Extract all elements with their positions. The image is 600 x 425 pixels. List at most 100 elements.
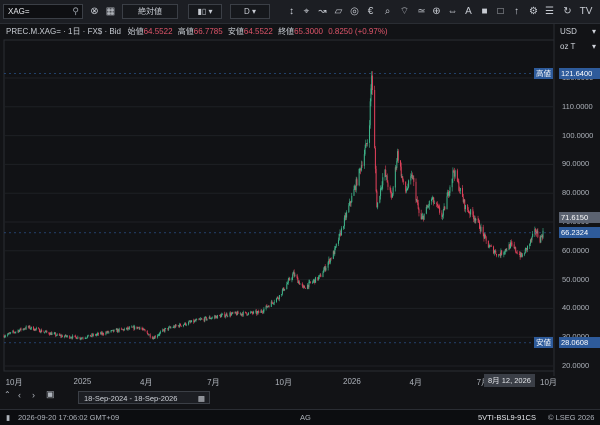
candle-body (382, 177, 384, 186)
candle-body (189, 321, 191, 323)
candle-body (14, 332, 16, 333)
candle-body (506, 250, 508, 251)
candle-body (391, 194, 393, 198)
candle-body (96, 334, 98, 335)
candle-body (273, 303, 274, 304)
x-tick-label: 10月 (540, 378, 557, 387)
candle-body (472, 209, 474, 215)
candle-body (309, 281, 311, 283)
candle-body (510, 242, 512, 244)
candle-body (325, 267, 327, 271)
candle-body (286, 284, 288, 290)
candle-body (428, 206, 430, 207)
candle-body (51, 333, 53, 335)
candle-body (149, 334, 151, 338)
y-tick-label: 80.0000 (562, 188, 590, 198)
status-user-id: 5VTI-BSL9-91CS (478, 413, 536, 422)
candle-body (389, 186, 391, 191)
candle-body (15, 331, 17, 333)
status-copyright: © LSEG 2026 (548, 413, 595, 422)
candle-body (511, 243, 513, 245)
cursor-date-label: 8月 12, 2026 (484, 374, 535, 387)
candle-body (387, 182, 389, 187)
candle-body (448, 192, 450, 196)
date-range-input[interactable]: 18-Sep-2024 - 18-Sep-2026 ▦ (78, 391, 210, 404)
candle-body (180, 325, 182, 327)
candle-body (86, 337, 88, 339)
candle-body (386, 175, 388, 183)
candle-body (320, 274, 322, 277)
candle-body (10, 332, 12, 334)
candle-body (4, 335, 6, 337)
candle-body (247, 314, 249, 316)
candle-body (20, 328, 22, 331)
high-tag-label: 高値 (534, 67, 553, 79)
candle-body (246, 313, 248, 315)
candle-body (356, 179, 358, 186)
candle-body (406, 189, 408, 191)
candle-body (467, 210, 469, 213)
candle-body (374, 89, 376, 149)
x-tick-label: 2025 (73, 377, 92, 386)
candle-body (488, 247, 490, 248)
collapse-icon[interactable]: ⌃ (4, 390, 15, 401)
candle-body (160, 331, 162, 333)
candle-body (56, 334, 58, 336)
candle-body (501, 250, 503, 255)
candle-body (139, 327, 141, 329)
status-timestamp: 2026-09-20 17:06:02 GMT+09 (18, 413, 120, 422)
candle-body (532, 233, 534, 237)
candle-body (210, 318, 212, 319)
candle-body (323, 269, 325, 273)
candle-body (504, 251, 506, 253)
candle-body (157, 335, 159, 338)
candle-body (380, 188, 382, 196)
date-range-value: 18-Sep-2024 - 18-Sep-2026 (84, 394, 178, 403)
scroll-left-icon[interactable]: ‹ (18, 390, 29, 401)
candle-body (377, 202, 379, 208)
candle-body (77, 337, 79, 339)
candle-body (226, 313, 228, 317)
scroll-right-icon[interactable]: › (32, 390, 43, 401)
reset-zoom-icon[interactable]: ▣ (46, 389, 58, 401)
candle-body (158, 334, 160, 336)
candle-body (237, 311, 239, 314)
candle-body (86, 336, 88, 338)
candle-body (464, 205, 466, 210)
candle-body (529, 243, 531, 247)
candle-body (92, 334, 94, 336)
candle-body (521, 254, 523, 257)
candle-body (482, 226, 484, 234)
candle-body (425, 206, 427, 214)
current-price-tag: 66.2324 (559, 227, 600, 239)
candle-body (196, 319, 198, 320)
status-ric: AG (300, 413, 311, 422)
candle-body (75, 335, 77, 337)
candle-body (250, 312, 252, 313)
candle-body (95, 334, 97, 336)
plot-area (3, 39, 555, 372)
candle-body (402, 176, 404, 181)
candle-body (475, 218, 477, 221)
candle-body (459, 188, 461, 191)
candle-body (431, 198, 433, 200)
candle-body (24, 328, 26, 330)
candle-body (470, 209, 472, 215)
candle-body (493, 251, 495, 254)
candle-body (346, 212, 348, 218)
candle-body (41, 330, 43, 332)
candle-body (294, 274, 296, 276)
candle-body (66, 336, 68, 338)
candle-body (190, 322, 192, 323)
candle-body (524, 248, 526, 254)
candle-body (358, 168, 360, 186)
candle-body (301, 283, 303, 286)
candle-body (416, 200, 418, 203)
candle-body (169, 326, 171, 328)
price-chart[interactable] (0, 0, 600, 424)
candle-body (442, 209, 444, 216)
candle-body (503, 252, 505, 255)
candle-body (75, 336, 77, 339)
candle-body (480, 226, 482, 232)
candle-body (433, 203, 435, 204)
